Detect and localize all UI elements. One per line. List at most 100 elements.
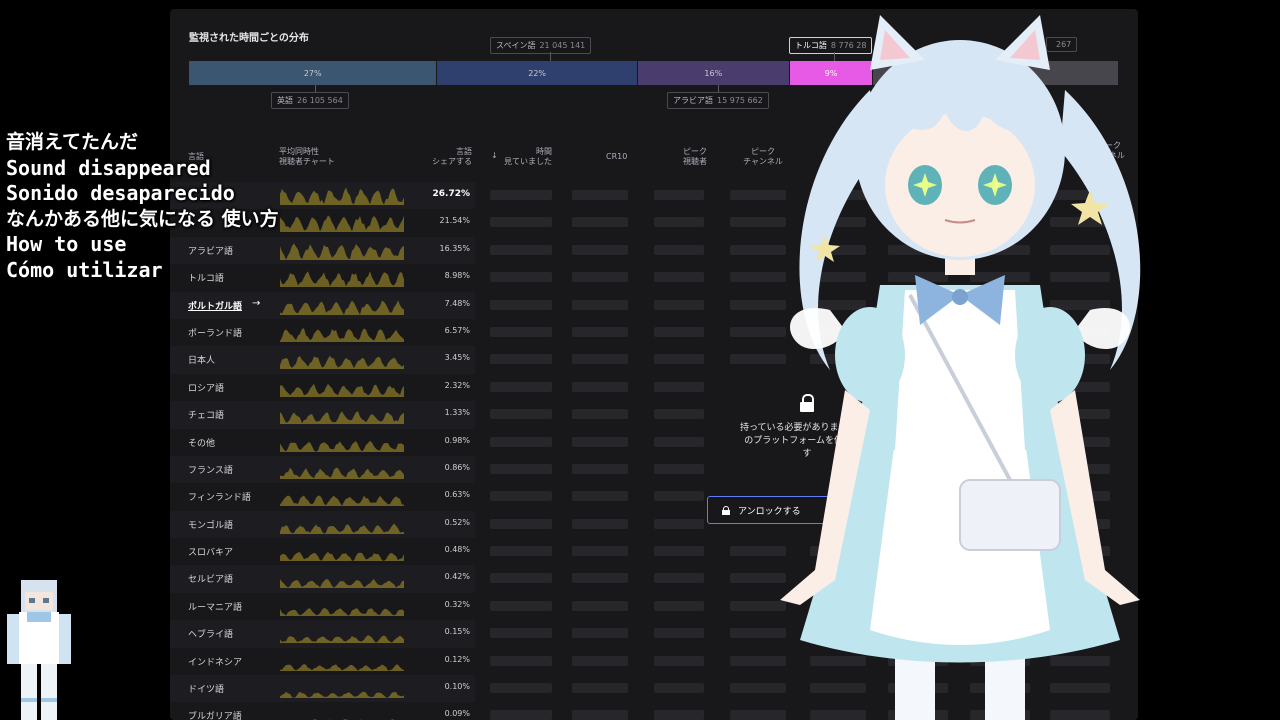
- language-name: その他: [188, 438, 216, 449]
- viewer-sparkline: [280, 215, 404, 233]
- locked-cell: [572, 573, 628, 584]
- header-cr10[interactable]: CR10: [606, 152, 627, 162]
- locked-cell: [654, 272, 704, 283]
- language-name: ドイツ語: [188, 685, 225, 696]
- header-peak-viewers[interactable]: ピーク 視聴者: [670, 147, 720, 167]
- callout-tick: [718, 85, 719, 92]
- locked-cell: [490, 655, 552, 666]
- locked-cell: [490, 573, 552, 584]
- language-name[interactable]: ポルトガル語: [188, 299, 242, 312]
- language-name: ロシア語: [188, 383, 225, 394]
- locked-cell: [490, 628, 552, 639]
- header-hours-watched[interactable]: 時間 見ていました: [500, 147, 552, 167]
- language-share: 21.54%: [439, 216, 470, 226]
- locked-cell: [654, 518, 704, 529]
- language-share: 0.10%: [444, 682, 470, 692]
- callout-tick: [315, 85, 316, 92]
- locked-cell: [490, 217, 552, 228]
- viewer-sparkline: [280, 495, 404, 507]
- locked-cell: [490, 354, 552, 365]
- language-name: フランス語: [188, 465, 233, 476]
- locked-cell: [572, 299, 628, 310]
- sort-desc-icon[interactable]: ↓: [491, 151, 498, 161]
- locked-cell: [654, 628, 704, 639]
- language-share: 0.15%: [444, 627, 470, 637]
- language-share: 0.12%: [444, 654, 470, 664]
- arrow-right-icon[interactable]: →: [252, 298, 260, 309]
- locked-cell: [490, 463, 552, 474]
- language-share: 0.42%: [444, 572, 470, 582]
- language-share: 0.86%: [444, 462, 470, 472]
- header-share[interactable]: 言語 シェアする: [420, 147, 472, 167]
- language-name: フィンランド語: [188, 493, 251, 504]
- locked-cell: [572, 491, 628, 502]
- header-chart: 平均同時性 視聴者チャート: [279, 147, 335, 166]
- locked-cell: [572, 655, 628, 666]
- viewer-sparkline: [280, 271, 404, 288]
- subtitle-line: Cómo utilizar: [6, 257, 163, 282]
- language-share: 8.98%: [444, 271, 470, 281]
- language-name: 日本人: [188, 356, 216, 367]
- viewer-sparkline: [280, 187, 404, 205]
- locked-cell: [654, 299, 704, 310]
- callout-tick: [550, 52, 551, 61]
- locked-cell: [572, 326, 628, 337]
- locked-cell: [490, 600, 552, 611]
- subtitle-line: なんかある他に気になる 使い方: [6, 207, 279, 230]
- locked-cell: [490, 381, 552, 392]
- locked-cell: [490, 299, 552, 310]
- locked-cell: [654, 546, 704, 557]
- minecraft-skin-avatar: [7, 580, 71, 720]
- subtitle-line: 音消えてたんだ: [6, 131, 139, 153]
- viewer-sparkline: [280, 635, 404, 644]
- locked-cell: [572, 244, 628, 255]
- viewer-sparkline: [280, 356, 404, 370]
- language-name: スロバキア: [188, 548, 234, 559]
- locked-cell: [654, 409, 704, 420]
- locked-cell: [572, 381, 628, 392]
- locked-cell: [654, 491, 704, 502]
- locked-cell: [572, 683, 628, 694]
- language-name: セルビア語: [188, 575, 234, 586]
- locked-cell: [572, 600, 628, 611]
- locked-cell: [490, 710, 552, 720]
- subtitle-line: How to use: [6, 232, 127, 257]
- locked-cell: [654, 683, 704, 694]
- locked-cell: [490, 409, 552, 420]
- language-share: 0.48%: [444, 545, 470, 555]
- locked-cell: [490, 491, 552, 502]
- subtitle-line: Sonido desaparecido: [6, 181, 235, 206]
- callout-spanish[interactable]: スペイン語 21 045 141: [490, 37, 592, 54]
- subtitle-overlay: 音消えてたんだ Sound disappeared Sonido desapar…: [6, 130, 279, 284]
- locked-cell: [654, 217, 704, 228]
- locked-cell: [572, 463, 628, 474]
- locked-cell: [490, 546, 552, 557]
- locked-cell: [654, 436, 704, 447]
- locked-cell: [654, 600, 704, 611]
- viewer-sparkline: [313, 719, 394, 720]
- locked-cell: [654, 190, 704, 200]
- distribution-segment[interactable]: 27%: [189, 61, 438, 85]
- distribution-title: 監視された時間ごとの分布: [189, 33, 309, 44]
- callout-english[interactable]: 英語 26 105 564: [271, 92, 349, 109]
- language-share: 7.48%: [444, 298, 470, 308]
- locked-cell: [654, 244, 704, 255]
- locked-cell: [490, 436, 552, 447]
- viewer-sparkline: [280, 523, 404, 534]
- locked-cell: [572, 190, 628, 200]
- language-name: チェコ語: [188, 411, 225, 422]
- distribution-segment[interactable]: 22%: [437, 61, 638, 85]
- locked-cell: [572, 628, 628, 639]
- language-share: 0.09%: [444, 709, 470, 719]
- locked-cell: [490, 272, 552, 283]
- viewer-sparkline: [280, 691, 404, 699]
- locked-cell: [490, 190, 552, 200]
- locked-cell: [490, 244, 552, 255]
- viewer-sparkline: [280, 579, 404, 589]
- viewer-sparkline: [280, 299, 404, 315]
- language-name: ヘブライ語: [188, 630, 234, 641]
- subtitle-line: Sound disappeared: [6, 155, 211, 180]
- locked-cell: [654, 463, 704, 474]
- language-share: 1.33%: [444, 408, 470, 418]
- locked-cell: [572, 518, 628, 529]
